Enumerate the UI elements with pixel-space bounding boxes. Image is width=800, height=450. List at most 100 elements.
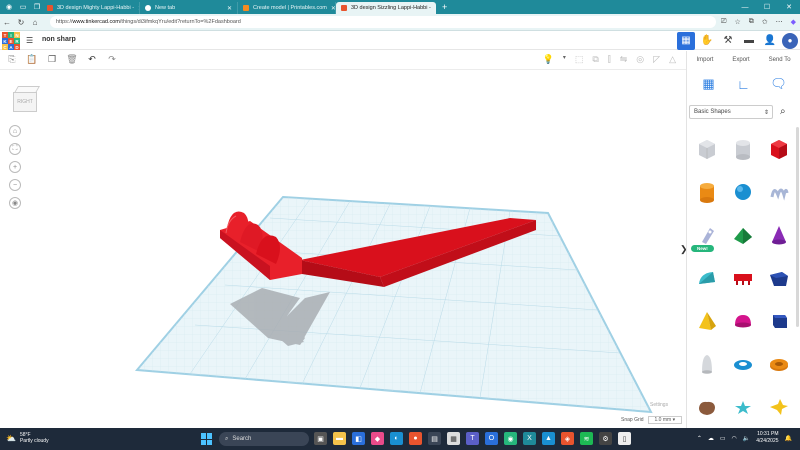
close-window-icon[interactable]: ✕ [778,3,800,11]
shape-category-select[interactable]: Basic Shapes ⇕ [689,105,773,119]
chevron-down-icon[interactable]: ▾ [563,54,566,65]
import-button[interactable]: Import [696,57,713,63]
close-icon[interactable]: ✕ [327,5,335,12]
edge-icon[interactable]: ◐ [390,432,403,445]
ruler-icon[interactable]: ◸ [653,54,660,65]
pickaxe-icon[interactable]: ⚒ [719,32,737,50]
favorite-star-icon[interactable]: ☆ [734,18,740,26]
shape-box[interactable] [761,127,797,170]
grid-view-icon[interactable]: ▦ [677,31,695,50]
calendar-icon[interactable]: ▦ [447,432,460,445]
browser-tab[interactable]: Create model | Printables.com ✕ [238,2,336,14]
cloud-icon[interactable]: ☁ [708,435,714,442]
teams-icon[interactable]: T [466,432,479,445]
excel-icon[interactable]: X [523,432,536,445]
extensions-icon[interactable]: ⧉ [749,18,754,26]
shape-tube[interactable] [761,342,797,385]
undo-icon[interactable]: ↶ [86,54,98,65]
ruler-tool-icon[interactable]: ∟ [734,75,754,93]
slicer-icon[interactable]: ◈ [561,432,574,445]
export-button[interactable]: Export [732,57,749,63]
duplicate-icon[interactable]: ❐ [46,54,58,65]
copilot-icon[interactable]: ◆ [791,18,796,26]
shape-box-hole[interactable] [689,127,725,170]
back-icon[interactable]: ← [0,18,14,27]
notepad-icon[interactable]: ▯ [618,432,631,445]
tab-list-icon[interactable]: ❐ [32,2,42,12]
search-icon[interactable]: ⌕ [780,106,786,117]
volume-icon[interactable]: 🔈 [743,435,750,442]
send-to-button[interactable]: Send To [769,57,791,63]
workplane-tool-icon[interactable]: ▦ [699,75,719,93]
view-cube[interactable]: RIGHT [13,86,41,114]
avatar[interactable]: ● [782,32,798,49]
shape-cylinder[interactable] [689,170,725,213]
paste-icon[interactable]: 📋 [26,54,38,65]
tab-actions-icon[interactable]: ▭ [18,2,28,12]
maximize-icon[interactable]: ☐ [756,3,778,11]
redo-icon[interactable]: ↷ [106,54,118,65]
shape-torus[interactable] [725,342,761,385]
refresh-icon[interactable]: ↻ [14,18,28,27]
shape-round-roof[interactable] [689,256,725,299]
url-input[interactable]: https://www.tinkercad.com/things/di3ifmk… [50,16,716,28]
shape-cone[interactable] [761,213,797,256]
perspective-icon[interactable]: ◉ [9,197,21,209]
shape-paraboloid[interactable] [689,342,725,385]
more-icon[interactable]: ⋯ [776,18,783,26]
design-menu-icon[interactable]: ☰ [26,36,33,45]
notification-bell-icon[interactable]: 🔔 [785,435,792,442]
home-icon[interactable]: ⌂ [28,18,42,27]
shape-arrow-star[interactable] [761,385,797,428]
spotify-icon[interactable]: ≋ [580,432,593,445]
taskbar-search[interactable]: ⌕ Search [219,432,309,446]
delete-icon[interactable]: 🗑 [66,54,78,65]
panel-scrollbar[interactable] [796,127,799,327]
widgets-icon[interactable]: ◧ [352,432,365,445]
monitor-icon[interactable]: ▭ [720,435,726,442]
browser-tab-active[interactable]: 3D design Sizzling Lappi-Habbi - ✕ [336,2,436,14]
ungroup-icon[interactable]: ⧉ [592,54,598,65]
close-icon[interactable]: ✕ [431,5,436,12]
shape-rock[interactable] [689,385,725,428]
view-cube-face[interactable]: RIGHT [13,92,37,112]
shape-text[interactable] [725,256,761,299]
clock[interactable]: 10:31 PM 4/24/2025 [756,431,778,445]
weather-widget[interactable]: ⛅ 58°F Partly cloudy [6,432,49,444]
favorites-icon[interactable]: ✩ [762,18,768,26]
design-title[interactable]: non sharp [42,36,76,43]
bricks-icon[interactable]: ▬ [740,32,758,50]
new-tab-button[interactable]: + [442,2,447,12]
zoom-in-icon[interactable]: + [9,161,21,173]
shape-wedge-box[interactable] [761,256,797,299]
settings-app-icon[interactable]: ⚙ [599,432,612,445]
copilot-app-icon[interactable]: ◆ [371,432,384,445]
windows-start-icon[interactable] [201,433,213,445]
notes-icon[interactable]: △ [669,54,676,65]
notes-tool-icon[interactable]: 🗨 [769,75,789,93]
shape-roof[interactable] [725,213,761,256]
group-icon[interactable]: ⬚ [575,54,584,65]
outlook-icon[interactable]: O [485,432,498,445]
shape-polygon[interactable] [761,299,797,342]
wifi-icon[interactable]: ◠ [732,435,737,442]
shape-scribble[interactable] [761,170,797,213]
minimize-icon[interactable]: — [734,4,756,11]
snap-grid-select[interactable]: 1.0 mm ▾ [647,416,683,424]
task-view-icon[interactable]: ▣ [314,432,327,445]
add-user-icon[interactable]: 👤 [761,32,779,50]
3d-workspace[interactable]: RIGHT ⌂ ⛶ + − ◉ Settings Snap Grid 1.0 m… [0,70,686,428]
fit-view-icon[interactable]: ⛶ [9,143,21,155]
sim-lab-icon[interactable]: ✋ [698,32,716,50]
workplane-scene[interactable] [0,70,686,428]
settings-link[interactable]: Settings [650,402,668,408]
browser-profile-icon[interactable]: ◉ [4,2,14,12]
shape-half-sphere[interactable] [725,299,761,342]
shape-pyramid[interactable] [689,299,725,342]
close-icon[interactable]: ✕ [223,5,232,12]
browser-tab[interactable]: 3D design Mighty Lappi-Habbi - ✕ [42,2,140,14]
chevron-up-icon[interactable]: ⌃ [697,435,702,442]
light-bulb-icon[interactable]: 💡 [543,54,554,65]
shape-text-pen[interactable]: New! [689,213,725,256]
align-icon[interactable]: ⫿ [608,54,611,65]
